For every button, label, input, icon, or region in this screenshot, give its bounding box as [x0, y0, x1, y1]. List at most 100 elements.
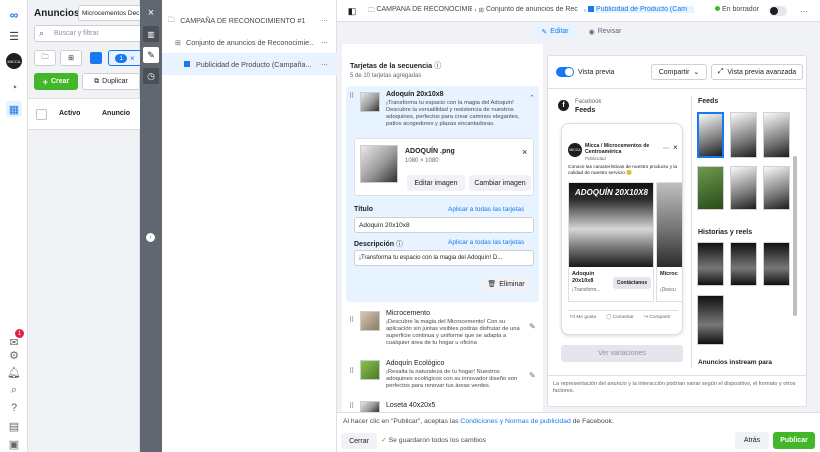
feeds-heading: Feeds — [698, 98, 719, 105]
adset-more-icon[interactable]: ⋯ — [321, 38, 328, 47]
search-icon[interactable]: ⌕ — [6, 382, 22, 398]
help-icon[interactable]: ? — [6, 400, 22, 416]
feed-thumb-1[interactable] — [697, 112, 724, 158]
apply-all-title-link[interactable]: Aplicar a todas las tarjetas — [448, 206, 524, 213]
drag-handle-icon[interactable]: ⠿ — [349, 367, 354, 375]
breadcrumb: 🗀︎ CAMPAÑA DE RECONOCIMIE › ⊞ Conjunto d… — [368, 6, 708, 18]
edit-card-icon[interactable]: ✎ — [529, 371, 536, 380]
post-more-icon[interactable]: ⋯ — [663, 145, 669, 152]
carousel-card-2-desc: ¡Descu — [660, 287, 676, 293]
view-variations-button[interactable]: Ver variaciones — [561, 345, 683, 362]
tab-review[interactable]: ◉ Revisar — [583, 24, 627, 39]
feedback-icon[interactable]: ▣ — [6, 436, 22, 452]
terms-link[interactable]: Condiciones y Normas de publicidad — [460, 418, 570, 425]
share-action[interactable]: ↪ Compartir — [644, 315, 670, 320]
crumb-ad[interactable]: Publicidad de Producto (Cam — [595, 6, 694, 13]
drag-handle-icon[interactable]: ⠿ — [349, 316, 354, 324]
card-1-expanded[interactable]: ⠿ Adoquín 20x10x8 ¡Transforma tu espacio… — [346, 86, 539, 302]
apply-all-desc-link[interactable]: Aplicar a todas las tarjetas — [448, 239, 524, 246]
table-header: Activo Anuncio — [28, 98, 140, 130]
tree-campaign-label: CAMPAÑA DE RECONOCIMIENTO #1 — [180, 15, 306, 25]
status-dot-icon — [715, 6, 720, 11]
feed-thumb-4[interactable] — [697, 166, 724, 210]
account-avatar[interactable]: MICCA — [6, 53, 22, 69]
campaign-more-icon[interactable]: ⋯ — [321, 16, 328, 25]
publish-toggle[interactable] — [769, 6, 787, 16]
drafts-filter-chip[interactable]: 1 × — [108, 50, 142, 66]
feed-thumb-6[interactable] — [763, 166, 790, 210]
title-input[interactable]: Adoquín 20x10x8 — [354, 217, 534, 233]
more-options-icon[interactable]: ⋯ — [797, 5, 811, 17]
post-close-icon[interactable]: × — [673, 143, 678, 152]
col-ad-header[interactable]: Anuncio — [102, 110, 130, 117]
stories-heading: Historias y reels — [698, 229, 753, 236]
chart-icon[interactable]: ▥ — [143, 26, 159, 42]
tree-campaign-row[interactable]: 🗀︎ CAMPAÑA DE RECONOCIMIENTO #1 ⋯ — [162, 9, 337, 31]
story-thumb-4[interactable] — [697, 295, 724, 345]
description-input[interactable]: ¡Transforma tu espacio con la magia del … — [354, 250, 534, 266]
close-button[interactable]: Cerrar — [341, 433, 377, 449]
crumb-adset[interactable]: Conjunto de anuncios de Rec — [486, 6, 582, 13]
card-2[interactable]: ⠿ Microcemento ¡Descubre la magia del Mi… — [346, 306, 539, 356]
card-3[interactable]: ⠿ Adoquín Ecológico ¡Resalta la naturale… — [346, 357, 539, 397]
advanced-preview-button[interactable]: ⤢ Vista previa avanzada — [711, 64, 803, 80]
meta-logo-icon[interactable]: ∞ — [5, 8, 23, 22]
history-clock-icon[interactable]: ◷ — [143, 68, 159, 84]
placements-column: Feeds Historias y reels Anuncios instrea… — [691, 96, 797, 368]
dashboard-icon[interactable]: ◔ — [6, 80, 22, 96]
edit-pencil-icon[interactable]: ✎ — [143, 47, 159, 63]
toggle-sidebar-icon[interactable]: ◧ — [346, 5, 358, 17]
col-active-header[interactable]: Activo — [59, 110, 80, 117]
clear-filter-icon[interactable]: × — [130, 54, 135, 63]
crumb-campaign[interactable]: CAMPAÑA DE RECONOCIMIE — [376, 6, 472, 13]
grid-view-button[interactable]: ⊞ — [60, 50, 82, 66]
top-bar: ◧ 🗀︎ CAMPAÑA DE RECONOCIMIE › ⊞ Conjunto… — [337, 0, 820, 22]
collapse-chevron-icon[interactable]: ⌃ — [529, 94, 535, 102]
share-dropdown[interactable]: Compartir ⌄ — [651, 64, 707, 80]
feed-thumb-2[interactable] — [730, 112, 757, 158]
ads-manager-icon[interactable]: ▦ — [6, 101, 22, 117]
story-thumb-3[interactable] — [763, 242, 790, 286]
settings-icon[interactable]: ⚙ — [6, 347, 22, 363]
change-image-button[interactable]: Cambiar imagen — [469, 175, 531, 191]
report-icon[interactable]: ▤ — [6, 418, 22, 434]
feed-thumb-3[interactable] — [763, 112, 790, 158]
search-field[interactable]: ⌕ Buscar y filtrar — [34, 25, 142, 42]
info-icon[interactable]: ⓘ — [396, 241, 403, 248]
remove-image-icon[interactable]: × — [522, 147, 527, 157]
bell-icon[interactable]: 🔔︎ — [6, 364, 22, 380]
card-4[interactable]: ⠿ Loseta 40x20x5 — [346, 398, 539, 412]
feed-thumb-5[interactable] — [730, 166, 757, 210]
publish-button[interactable]: Publicar — [773, 432, 815, 449]
select-all-checkbox[interactable] — [36, 109, 47, 120]
folder-button[interactable]: 🗀︎ — [34, 50, 56, 66]
story-thumb-2[interactable] — [730, 242, 757, 286]
drag-handle-icon[interactable]: ⠿ — [349, 92, 354, 100]
sponsored-label: Publicidad — [585, 156, 606, 161]
carousel-card-2[interactable]: Microc ¡Descu — [656, 182, 682, 302]
contact-button[interactable]: Contáctanos — [613, 277, 651, 289]
carousel-card-1[interactable]: ADOQUÍN 20X10X8 Adoquín 20x10x8 ¡Transfo… — [568, 182, 654, 302]
collapse-arrow-icon[interactable]: ‹ — [146, 233, 155, 242]
preview-toggle[interactable] — [556, 67, 574, 77]
close-panel-icon[interactable]: × — [144, 6, 158, 20]
create-button[interactable]: + Crear — [34, 73, 78, 90]
comment-action[interactable]: ◯ Comentar — [606, 315, 634, 320]
duplicate-button[interactable]: ⧉ Duplicar — [82, 73, 140, 90]
edit-card-icon[interactable]: ✎ — [529, 322, 536, 331]
info-icon[interactable]: ⓘ — [434, 61, 441, 70]
back-button[interactable]: Atrás — [735, 432, 769, 449]
account-select[interactable]: Microcementos Dec — [78, 5, 142, 21]
drag-handle-icon[interactable]: ⠿ — [349, 402, 354, 410]
delete-card-button[interactable]: 🗑︎ Eliminar — [482, 276, 530, 292]
card-4-title: Loseta 40x20x5 — [386, 402, 436, 409]
menu-icon[interactable]: ☰ — [6, 30, 22, 43]
ad-more-icon[interactable]: ⋯ — [321, 60, 328, 69]
like-action[interactable]: 👍︎ Me gusta — [570, 315, 596, 320]
tab-edit[interactable]: ✎ Editar — [533, 24, 577, 39]
tree-ad-row[interactable]: Publicidad de Producto (Campaña... ⋯ — [162, 53, 337, 75]
placements-scrollbar[interactable] — [793, 156, 797, 316]
story-thumb-1[interactable] — [697, 242, 724, 286]
edit-image-button[interactable]: Editar imagen — [407, 175, 465, 191]
tree-adset-row[interactable]: ⊞ Conjunto de anuncios de Reconocimie...… — [162, 31, 337, 53]
